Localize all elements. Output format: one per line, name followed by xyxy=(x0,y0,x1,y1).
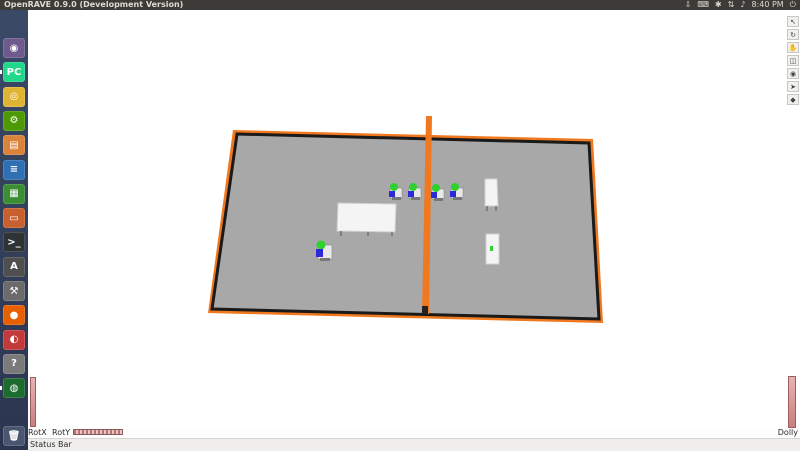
pointer-tool-icon[interactable]: ↖ xyxy=(787,16,799,27)
launcher-openrave-icon[interactable]: ◍ xyxy=(0,378,25,399)
rotx-label: RotX xyxy=(28,428,47,437)
system-tray: ⇩ ⌨ ✱ ⇅ ♪ 8:40 PM ⏻ xyxy=(685,0,796,10)
dropbox-icon[interactable]: ⇩ xyxy=(685,0,692,10)
status-bar: Status Bar xyxy=(28,438,800,451)
roty-label: RotY xyxy=(52,428,71,437)
launcher-impress-icon[interactable]: ▭ xyxy=(3,208,25,229)
launcher-system-settings-icon[interactable]: ⚒ xyxy=(3,281,25,301)
table-right-bottom xyxy=(485,233,500,265)
launcher-files-icon[interactable]: ▤ xyxy=(3,135,25,156)
table-right-top xyxy=(484,178,499,211)
dolly-slider[interactable] xyxy=(788,376,796,428)
floor-plane xyxy=(210,132,601,321)
rotate-tool-icon[interactable]: ↻ xyxy=(787,29,799,40)
launcher-image-viewer-icon[interactable]: ◐ xyxy=(3,329,25,350)
status-text: Status Bar xyxy=(30,440,72,449)
scene-3d[interactable] xyxy=(28,10,780,428)
launcher-help-icon[interactable]: ? xyxy=(3,353,25,374)
left-zoom-slider[interactable] xyxy=(30,377,36,427)
network-icon[interactable]: ⇅ xyxy=(728,0,735,10)
clock[interactable]: 8:40 PM xyxy=(751,0,783,10)
view-tool-icon[interactable]: ◫ xyxy=(787,55,799,66)
camera-controls: RotX RotY Dolly xyxy=(28,428,800,438)
launcher-calc-icon[interactable]: ▦ xyxy=(3,183,25,204)
launcher: ◉ PC ◎ ⚙ ▤ ≡ ▦ ▭ >_ A ⚒ ● ◐? ◍ 🗑 xyxy=(0,10,28,450)
viewer-toolbar: ↖ ↻ ✋ ◫ ◉ ➤ ◆ xyxy=(786,16,800,105)
volume-icon[interactable]: ♪ xyxy=(740,0,745,10)
trash-icon[interactable]: 🗑 xyxy=(3,426,25,446)
openrave-viewport[interactable] xyxy=(28,10,780,428)
table-left xyxy=(336,202,397,236)
window-title: OpenRAVE 0.9.0 (Development Version) xyxy=(4,0,184,9)
top-panel: OpenRAVE 0.9.0 (Development Version) ⇩ ⌨… xyxy=(0,0,800,10)
launcher-firefox-icon[interactable]: ● xyxy=(3,305,25,326)
seek-tool-icon[interactable]: ➤ xyxy=(787,81,799,92)
launcher-writer-icon[interactable]: ≡ xyxy=(3,159,25,180)
launcher-chrome-icon[interactable]: ◎ xyxy=(3,86,25,107)
divider-wall-base xyxy=(422,306,428,314)
rotation-dial[interactable] xyxy=(73,429,123,435)
dolly-label: Dolly xyxy=(777,428,798,437)
launcher-software-icon[interactable]: A xyxy=(3,256,25,277)
launcher-pycharm-icon[interactable]: PC xyxy=(0,62,25,83)
launcher-terminal-icon[interactable]: >_ xyxy=(3,232,25,253)
perspective-tool-icon[interactable]: ◆ xyxy=(787,94,799,105)
launcher-ubuntu-dash-icon[interactable]: ◉ xyxy=(3,38,25,58)
camera-tool-icon[interactable]: ◉ xyxy=(787,68,799,79)
keyboard-icon[interactable]: ⌨ xyxy=(697,0,709,10)
pick-tool-icon[interactable]: ✋ xyxy=(787,42,799,53)
launcher-settings-icon[interactable]: ⚙ xyxy=(3,110,25,131)
power-icon[interactable]: ⏻ xyxy=(790,0,796,10)
bluetooth-icon[interactable]: ✱ xyxy=(715,0,722,10)
